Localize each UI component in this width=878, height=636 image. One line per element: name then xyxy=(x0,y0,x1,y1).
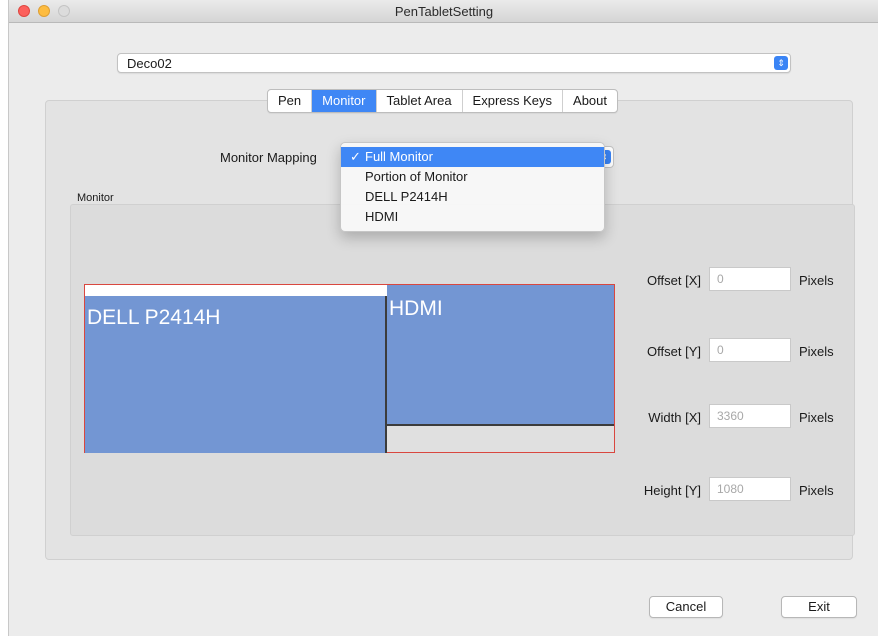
menu-item-label: DELL P2414H xyxy=(365,189,448,204)
width-x-field[interactable]: 3360 xyxy=(709,404,791,428)
monitor-mapping-menu: ✓ Full Monitor Portion of Monitor DELL P… xyxy=(340,142,605,232)
offset-x-field[interactable]: 0 xyxy=(709,267,791,291)
app-window: PenTabletSetting Deco02 ⇕ Pen Monitor Ta… xyxy=(8,0,878,636)
offset-y-field[interactable]: 0 xyxy=(709,338,791,362)
up-down-chevron-icon: ⇕ xyxy=(774,56,788,70)
offset-x-unit: Pixels xyxy=(799,273,834,288)
title-bar: PenTabletSetting xyxy=(9,0,878,23)
tab-tablet-area[interactable]: Tablet Area xyxy=(377,90,463,112)
menu-item-label: HDMI xyxy=(365,209,399,224)
device-select[interactable]: Deco02 ⇕ xyxy=(117,53,791,73)
checkmark-icon: ✓ xyxy=(350,149,361,164)
monitor-group-label: Monitor xyxy=(77,192,114,204)
monitor-mapping-label: Monitor Mapping xyxy=(220,150,317,165)
offset-y-unit: Pixels xyxy=(799,344,834,359)
monitor-screen-label: HDMI xyxy=(389,297,443,320)
window-title: PenTabletSetting xyxy=(394,4,494,19)
cancel-button[interactable]: Cancel xyxy=(649,596,723,618)
width-x-unit: Pixels xyxy=(799,410,834,425)
height-y-label: Height [Y] xyxy=(643,483,701,498)
offset-y-label: Offset [Y] xyxy=(647,344,701,359)
height-y-unit: Pixels xyxy=(799,483,834,498)
monitor-layout: DELL P2414H HDMI xyxy=(84,284,615,453)
monitor-screen-dell[interactable]: DELL P2414H xyxy=(85,296,387,453)
width-x-label: Width [X] xyxy=(648,410,701,425)
menu-item-hdmi[interactable]: HDMI xyxy=(341,207,604,227)
screen-gap xyxy=(85,285,387,296)
height-y-field[interactable]: 1080 xyxy=(709,477,791,501)
tab-bar: Pen Monitor Tablet Area Express Keys Abo… xyxy=(267,89,619,113)
tab-express-keys[interactable]: Express Keys xyxy=(463,90,564,112)
menu-item-label: Portion of Monitor xyxy=(365,169,468,184)
menu-item-portion-of-monitor[interactable]: Portion of Monitor xyxy=(341,167,604,187)
monitor-screen-hdmi[interactable]: HDMI xyxy=(387,285,614,426)
offset-x-label: Offset [X] xyxy=(647,273,701,288)
menu-item-full-monitor[interactable]: ✓ Full Monitor xyxy=(341,147,604,167)
monitor-screen-label: DELL P2414H xyxy=(87,306,221,329)
exit-button[interactable]: Exit xyxy=(781,596,857,618)
menu-item-label: Full Monitor xyxy=(365,149,433,164)
device-select-value: Deco02 xyxy=(127,56,172,71)
tab-monitor[interactable]: Monitor xyxy=(312,90,377,112)
menu-item-dell-p2414h[interactable]: DELL P2414H xyxy=(341,187,604,207)
tab-about[interactable]: About xyxy=(563,90,617,112)
tab-pen[interactable]: Pen xyxy=(268,90,313,112)
